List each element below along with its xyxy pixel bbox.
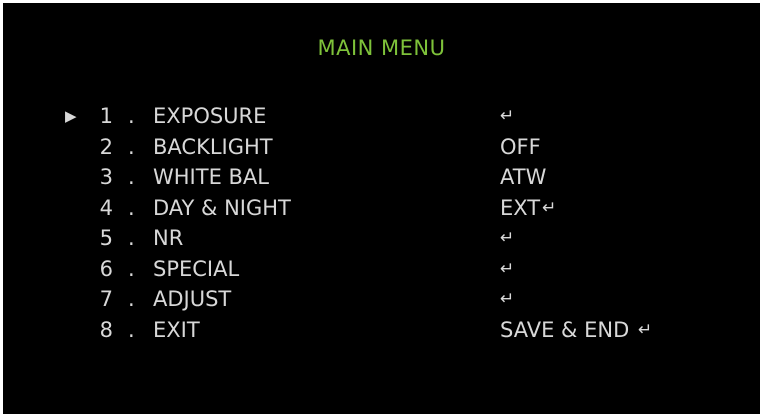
menu-item-number: 4	[99, 195, 113, 220]
menu-item-separator: .	[128, 165, 135, 189]
menu-item-value: ↵	[500, 101, 514, 133]
menu-item-value: OFF	[500, 132, 541, 162]
menu-item-number: 5	[99, 226, 113, 250]
menu-item-value: ↵	[500, 284, 514, 316]
menu-item-label: EXPOSURE	[153, 104, 267, 128]
menu-item-label: SPECIAL	[153, 256, 240, 281]
menu-item-number: 2	[99, 134, 113, 159]
menu-item-separator: .	[128, 226, 135, 250]
menu-item-label: WHITE BAL	[153, 165, 269, 189]
menu-item-label: EXIT	[153, 317, 200, 342]
enter-icon: ↵	[500, 258, 515, 279]
enter-icon: ↵	[637, 319, 653, 340]
selection-cursor-icon: ▶	[65, 107, 77, 125]
menu-item-exit[interactable]: 8 . EXIT SAVE & END ↵	[3, 315, 760, 346]
menu-item-separator: .	[128, 317, 135, 342]
menu-item-value-text: SAVE & END	[500, 317, 630, 342]
menu-item-value: ATW	[500, 162, 546, 192]
menu-item-separator: .	[128, 104, 135, 128]
menu-item-separator: .	[128, 256, 135, 281]
menu-item-label: BACKLIGHT	[153, 134, 273, 159]
menu-item-white-bal[interactable]: 3 . WHITE BAL ATW	[3, 162, 760, 193]
menu-item-separator: .	[128, 287, 135, 311]
menu-item-number: 8	[99, 317, 113, 342]
enter-icon: ↵	[500, 228, 515, 248]
menu-item-value-text: OFF	[500, 134, 541, 159]
menu-item-exposure[interactable]: ▶ 1 . EXPOSURE ↵	[3, 101, 760, 132]
menu-item-number: 7	[99, 287, 113, 311]
menu-item-day-night[interactable]: 4 . DAY & NIGHT EXT ↵	[3, 193, 760, 224]
menu-item-adjust[interactable]: 7 . ADJUST ↵	[3, 284, 760, 315]
menu-item-label: ADJUST	[153, 287, 232, 311]
menu-item-label: NR	[153, 226, 184, 250]
menu-item-number: 1	[99, 104, 113, 128]
menu-title: MAIN MENU	[317, 36, 446, 60]
osd-screen: MAIN MENU ▶ 1 . EXPOSURE ↵ 2 . BACKLIGHT…	[3, 3, 760, 414]
enter-icon: ↵	[542, 197, 557, 218]
menu-item-value-text: EXT	[500, 195, 541, 220]
menu-item-value: EXT ↵	[500, 193, 556, 225]
menu-item-value: ↵	[500, 223, 514, 255]
menu-item-number: 6	[99, 256, 113, 281]
menu-item-special[interactable]: 6 . SPECIAL ↵	[3, 254, 760, 285]
menu-item-label: DAY & NIGHT	[153, 195, 291, 220]
menu-list: ▶ 1 . EXPOSURE ↵ 2 . BACKLIGHT OFF 3 . W…	[3, 101, 760, 345]
menu-item-nr[interactable]: 5 . NR ↵	[3, 223, 760, 254]
menu-item-separator: .	[128, 134, 135, 159]
menu-item-value: SAVE & END ↵	[500, 315, 652, 347]
enter-icon: ↵	[500, 106, 515, 126]
menu-item-number: 3	[99, 165, 113, 189]
menu-item-separator: .	[128, 195, 135, 220]
menu-item-value-text: ATW	[500, 165, 547, 189]
menu-item-backlight[interactable]: 2 . BACKLIGHT OFF	[3, 132, 760, 163]
enter-icon: ↵	[500, 289, 515, 309]
menu-item-value: ↵	[500, 254, 514, 286]
